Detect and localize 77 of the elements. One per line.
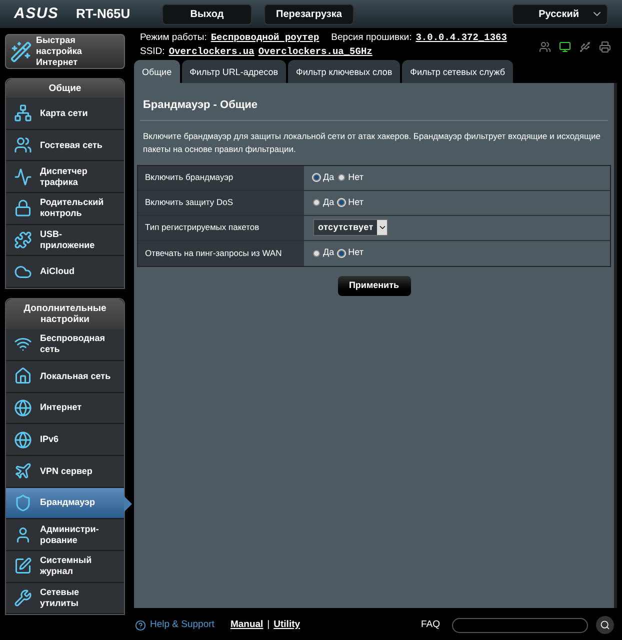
usb-icon[interactable] xyxy=(579,41,591,53)
logo: ASUS xyxy=(14,4,60,24)
sidebar-item[interactable]: Диспетчер трафика xyxy=(6,161,124,194)
radio-option[interactable]: Да xyxy=(313,196,334,210)
tab[interactable]: Фильтр сетевых служб xyxy=(402,60,514,85)
help-link[interactable]: Help & Support xyxy=(150,618,214,632)
model-name: RT-N65U xyxy=(76,5,132,24)
help-icon xyxy=(135,620,146,630)
search-icon xyxy=(600,620,610,630)
sidebar-item[interactable]: Интернет xyxy=(6,392,124,424)
sidebar-item[interactable]: USB-приложение xyxy=(6,224,124,256)
mode-label: Режим работы: xyxy=(140,30,207,45)
sidebar-item[interactable]: Администри-рование xyxy=(6,519,124,551)
log-type-dropdown[interactable]: отсутствует xyxy=(313,219,388,236)
network-icon xyxy=(14,104,32,122)
wand-icon xyxy=(10,40,32,62)
panel-title: Брандмауэр - Общие xyxy=(140,97,608,120)
tab[interactable]: Фильтр ключевых слов xyxy=(288,60,400,85)
caret-icon xyxy=(378,223,387,232)
ssid-link[interactable]: Overclockers.ua_5GHz xyxy=(258,44,372,60)
radio-option[interactable]: Нет xyxy=(338,246,364,260)
tab[interactable]: Общие xyxy=(134,60,180,85)
ssid-label: SSID: xyxy=(140,44,165,59)
separator: | xyxy=(267,618,270,632)
setting-label: Тип регистрируемых пакетов xyxy=(138,216,304,240)
monitor-icon[interactable] xyxy=(559,41,571,53)
wifi-icon xyxy=(14,335,32,354)
sidebar-item[interactable]: Беспроводная сеть xyxy=(6,329,124,361)
manual-link[interactable]: Manual xyxy=(230,618,264,632)
users-icon[interactable] xyxy=(539,41,551,53)
language-dropdown[interactable]: Русский xyxy=(512,4,608,24)
sidebar-item[interactable]: Сетевые утилиты xyxy=(6,582,124,614)
sidebar-item[interactable]: IPv6 xyxy=(6,424,124,456)
sidebar-item[interactable]: AiCloud xyxy=(6,256,124,288)
search-button[interactable] xyxy=(596,616,614,634)
sidebar-item[interactable]: VPN сервер xyxy=(6,456,124,488)
sidebar-item[interactable]: Карта сети xyxy=(6,98,124,130)
sidebar-item[interactable]: Локальная сеть xyxy=(6,360,124,392)
sidebar-item[interactable]: Гостевая сеть xyxy=(6,130,124,162)
header-button[interactable]: Выход xyxy=(162,4,252,24)
radio-option[interactable]: Да xyxy=(313,170,334,184)
lock-icon xyxy=(14,199,32,218)
puzzle-icon xyxy=(14,231,32,250)
ssid-link[interactable]: Overclockers.ua xyxy=(168,44,254,60)
radio-option[interactable]: Нет xyxy=(338,196,364,210)
shield-icon xyxy=(14,494,32,512)
firmware-link[interactable]: 3.0.0.4.372_1363 xyxy=(416,30,507,46)
edit-icon xyxy=(14,557,32,576)
chart-icon xyxy=(14,168,32,186)
house-icon xyxy=(14,367,32,386)
sidebar-item[interactable]: Системный журнал xyxy=(6,550,124,583)
faq-label: FAQ xyxy=(420,618,440,632)
description: Включите брандмауэр для защиты локальной сети от атак хакеров. Брандмауэр фильтрует входящие и исходящие пакеты на основе правил фильтрации. xyxy=(142,130,602,156)
setting-label: Отвечать на пинг-запросы из WAN xyxy=(138,240,304,266)
radio-option[interactable]: Да xyxy=(313,246,334,260)
apply-button[interactable]: Применить xyxy=(338,276,410,296)
globe-icon xyxy=(14,398,32,417)
setting-label: Включить брандмауэр xyxy=(138,166,304,190)
utility-link[interactable]: Utility xyxy=(274,618,300,632)
globe-icon xyxy=(14,430,32,449)
firmware-label: Версия прошивки: xyxy=(331,30,412,45)
printer-icon[interactable] xyxy=(599,41,611,53)
sidebar-item[interactable]: Брандмауэр xyxy=(6,488,124,520)
person-icon xyxy=(14,526,32,544)
sidebar-item[interactable]: Родительский контроль xyxy=(6,193,124,225)
users-icon xyxy=(14,136,32,154)
section-header: Общие xyxy=(6,79,124,98)
header-button[interactable]: Перезагрузка xyxy=(264,4,354,24)
quick-setup-button[interactable]: Быстрая настройка Интернет xyxy=(5,34,125,69)
mode-link[interactable]: Беспроводной роутер xyxy=(210,30,320,46)
search-field[interactable] xyxy=(452,618,588,632)
setting-label: Включить защиту DoS xyxy=(138,190,304,214)
tab[interactable]: Фильтр URL-адресов xyxy=(182,60,286,85)
radio-option[interactable]: Нет xyxy=(338,170,364,184)
section-header: Дополнительные настройки xyxy=(6,299,124,330)
wrench-icon xyxy=(14,588,32,607)
plane-icon xyxy=(14,462,32,480)
